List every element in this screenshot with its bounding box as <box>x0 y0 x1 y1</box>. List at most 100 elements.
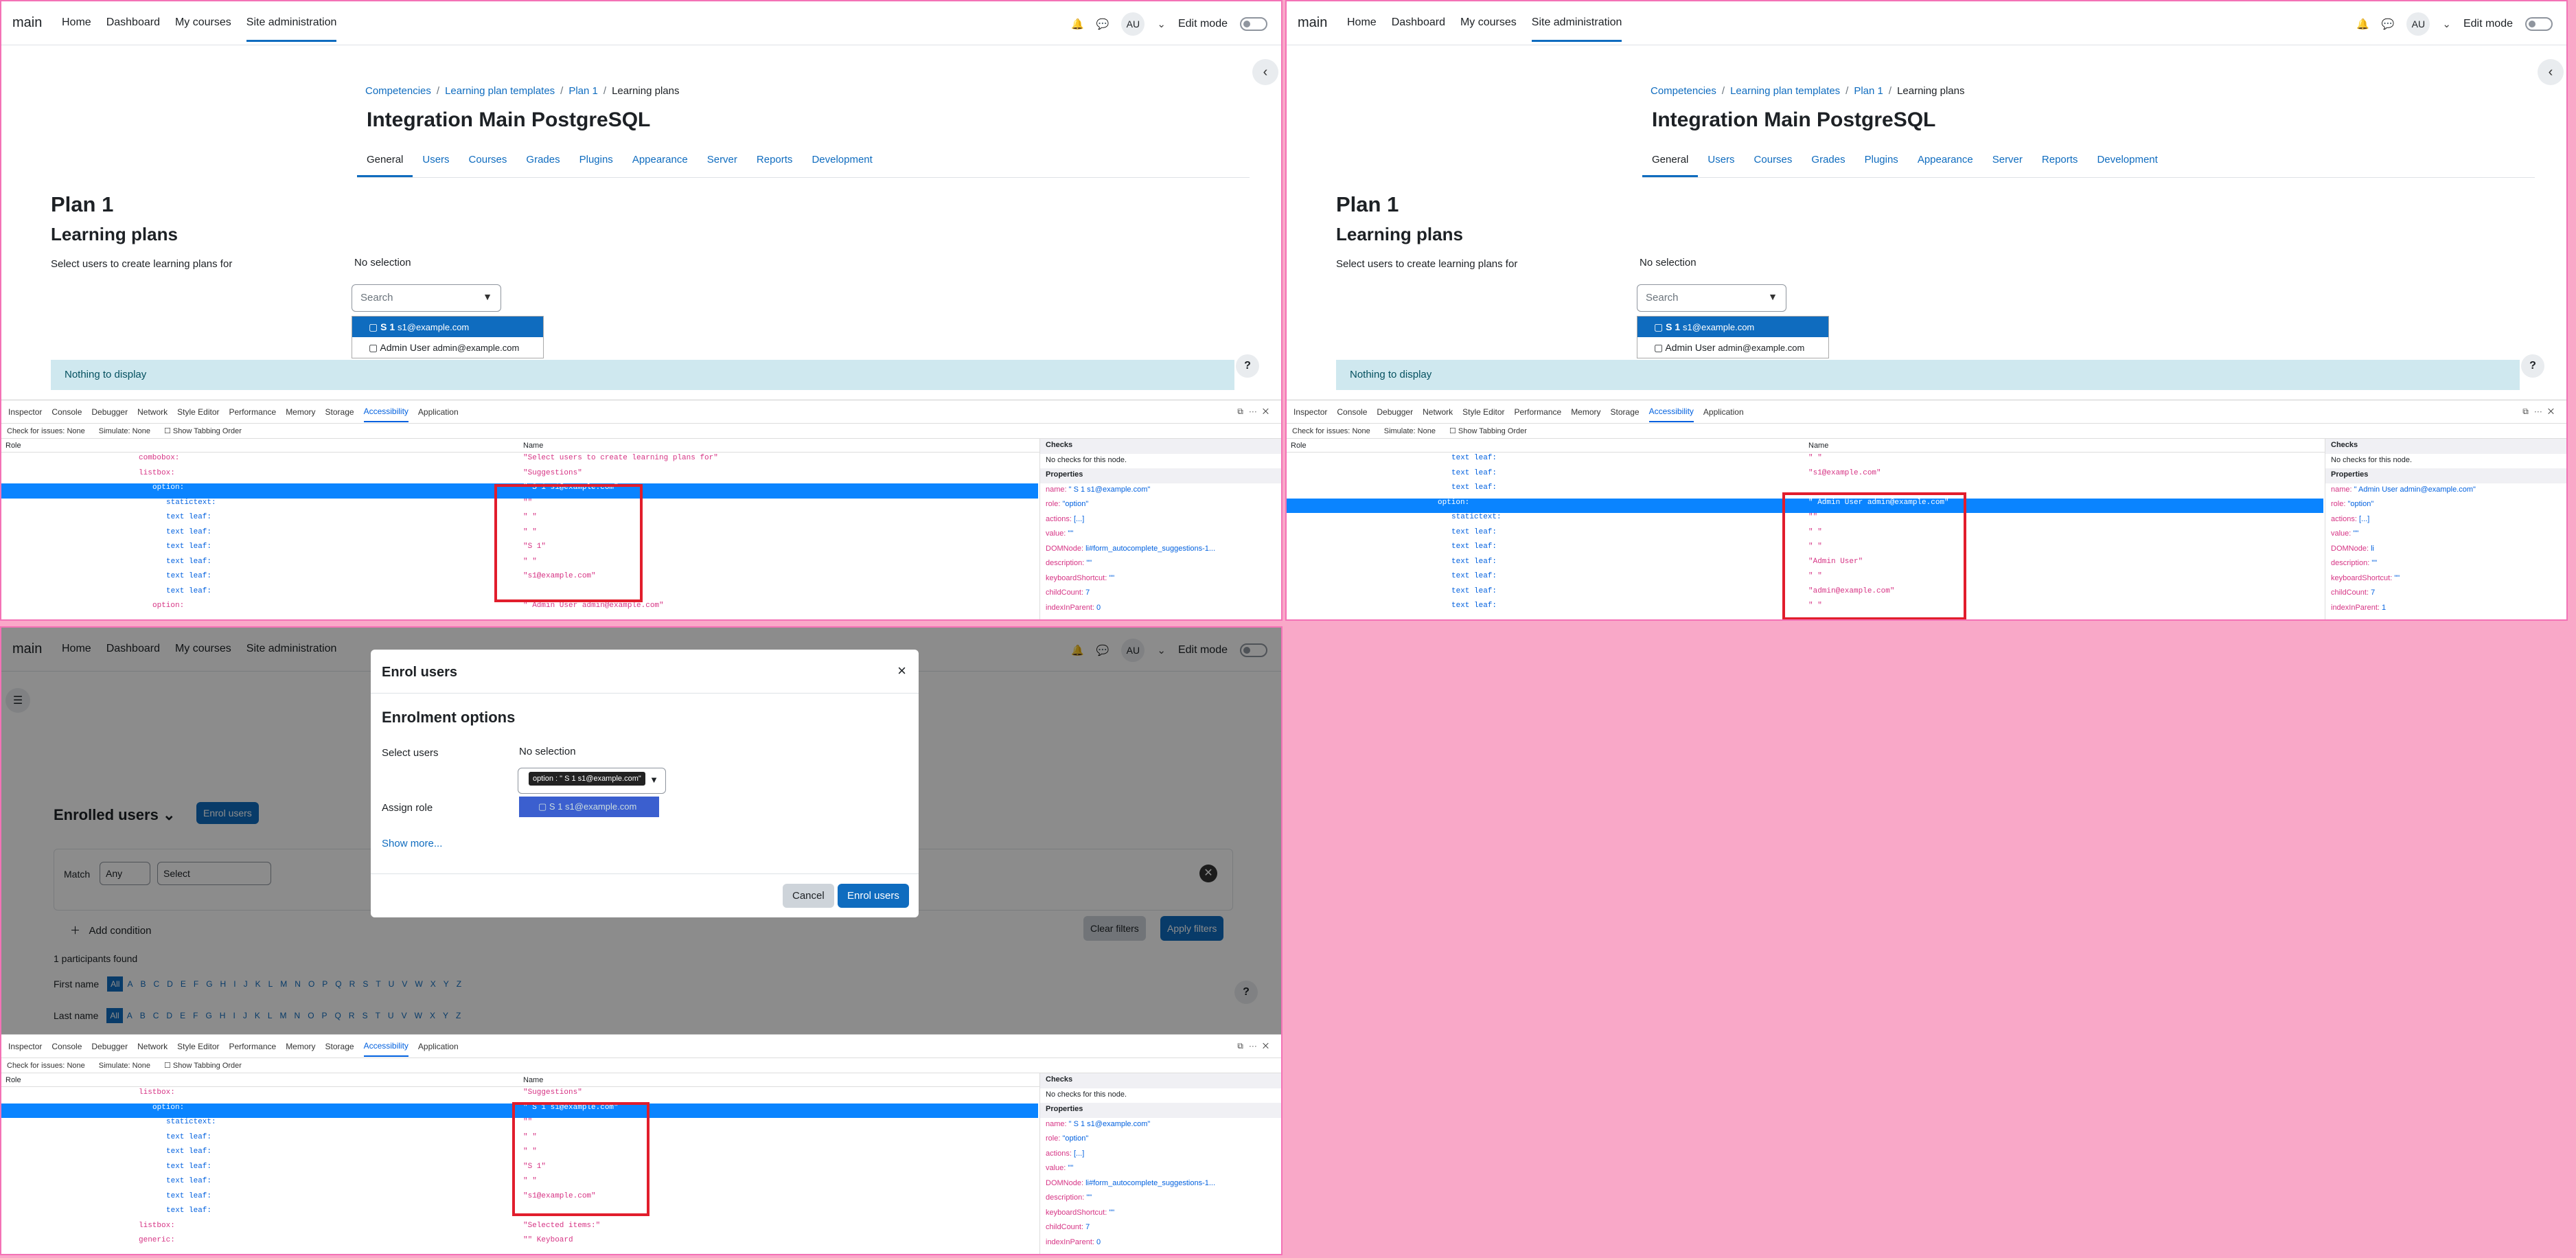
site-brand[interactable]: main <box>1298 15 1327 31</box>
devtools-tab-accessibility[interactable]: Accessibility <box>363 401 409 422</box>
check-issues-select[interactable]: None <box>67 427 84 435</box>
devtools-tab-memory[interactable]: Memory <box>286 407 315 417</box>
devtools-tab-style-editor[interactable]: Style Editor <box>1462 407 1504 417</box>
tab-development[interactable]: Development <box>2087 154 2167 177</box>
simulate-select[interactable]: None <box>133 427 150 435</box>
nav-home[interactable]: Home <box>1347 16 1377 42</box>
tabbing-order-checkbox[interactable]: ☐ Show Tabbing Order <box>164 1061 242 1070</box>
devtools-window-controls[interactable]: ⧉⋯✕ <box>1237 1041 1274 1051</box>
devtools-tab-style-editor[interactable]: Style Editor <box>177 1042 219 1051</box>
devtools-tab-inspector[interactable]: Inspector <box>8 407 42 417</box>
property-row[interactable]: DOMNode: li <box>2325 542 2566 558</box>
search-input[interactable]: Search ▼ <box>1637 284 1786 312</box>
nav-home[interactable]: Home <box>62 16 91 42</box>
check-issues-select[interactable]: None <box>67 1062 84 1070</box>
devtools-tab-storage[interactable]: Storage <box>325 1042 354 1051</box>
tab-server[interactable]: Server <box>698 154 747 177</box>
property-row[interactable]: name: " Admin User admin@example.com" <box>2325 483 2566 499</box>
cancel-button[interactable]: Cancel <box>783 884 834 908</box>
avatar[interactable]: AU <box>1121 12 1145 36</box>
property-row[interactable]: value: "" <box>1040 527 1281 542</box>
devtools-tab-performance[interactable]: Performance <box>229 1042 276 1051</box>
devtools-tab-network[interactable]: Network <box>1423 407 1453 417</box>
devtools-tab-style-editor[interactable]: Style Editor <box>177 407 219 417</box>
crumb-competencies[interactable]: Competencies <box>1651 85 1716 97</box>
chat-icon[interactable]: 💬 <box>2382 18 2395 30</box>
suggestion-option-admin[interactable]: ▢ Admin User admin@example.com <box>1637 337 1828 358</box>
search-input[interactable]: Search ▼ <box>352 284 501 312</box>
devtools-tab-console[interactable]: Console <box>51 407 82 417</box>
devtools-tab-memory[interactable]: Memory <box>1571 407 1600 417</box>
property-row[interactable]: role: "option" <box>1040 498 1281 513</box>
property-row[interactable]: description: "" <box>1040 1191 1281 1206</box>
tree-row[interactable]: combobox: "Select users to create learnin… <box>1 454 1038 469</box>
devtools-tab-debugger[interactable]: Debugger <box>1377 407 1413 417</box>
tab-courses[interactable]: Courses <box>1745 154 1802 177</box>
devtools-tab-performance[interactable]: Performance <box>229 407 276 417</box>
tab-appearance[interactable]: Appearance <box>1908 154 1983 177</box>
property-row[interactable]: actions: [...] <box>1040 1147 1281 1163</box>
property-row[interactable]: indexInParent: 0 <box>1040 1236 1281 1251</box>
devtools-window-controls[interactable]: ⧉⋯✕ <box>1237 407 1274 417</box>
modal-option-s1[interactable]: ▢ S 1 s1@example.com <box>519 797 659 817</box>
tab-plugins[interactable]: Plugins <box>1855 154 1908 177</box>
devtools-window-controls[interactable]: ⧉⋯✕ <box>2522 407 2560 417</box>
devtools-tab-debugger[interactable]: Debugger <box>91 407 128 417</box>
property-row[interactable]: actions: [...] <box>1040 513 1281 528</box>
devtools-tab-inspector[interactable]: Inspector <box>1293 407 1327 417</box>
nav-my-courses[interactable]: My courses <box>175 16 231 42</box>
property-row[interactable]: indexInParent: 0 <box>1040 602 1281 617</box>
tab-appearance[interactable]: Appearance <box>623 154 698 177</box>
devtools-tab-performance[interactable]: Performance <box>1514 407 1561 417</box>
devtools-tab-inspector[interactable]: Inspector <box>8 1042 42 1051</box>
tree-row[interactable]: listbox: "Suggestions" <box>1 1088 1038 1103</box>
property-row[interactable]: keyboardShortcut: "" <box>2325 572 2566 587</box>
edit-mode-toggle[interactable] <box>2525 17 2553 31</box>
devtools-tab-storage[interactable]: Storage <box>325 407 354 417</box>
chevron-down-icon[interactable]: ⌄ <box>1157 18 1166 30</box>
chevron-down-icon[interactable]: ⌄ <box>2442 18 2451 30</box>
tab-reports[interactable]: Reports <box>747 154 803 177</box>
devtools-tab-application[interactable]: Application <box>418 407 459 417</box>
nav-site-admin[interactable]: Site administration <box>246 16 337 42</box>
nav-dashboard[interactable]: Dashboard <box>1392 16 1445 42</box>
tab-plugins[interactable]: Plugins <box>570 154 623 177</box>
dropdown-arrow-icon[interactable]: ▼ <box>483 291 492 302</box>
devtools-tab-memory[interactable]: Memory <box>286 1042 315 1051</box>
devtools-tab-application[interactable]: Application <box>1703 407 1744 417</box>
property-row[interactable]: name: " S 1 s1@example.com" <box>1040 483 1281 499</box>
property-row[interactable]: DOMNode: li#form_autocomplete_suggestion… <box>1040 542 1281 558</box>
property-row[interactable]: childCount: 7 <box>1040 586 1281 602</box>
tabbing-order-checkbox[interactable]: ☐ Show Tabbing Order <box>1449 426 1527 435</box>
devtools-tab-console[interactable]: Console <box>1337 407 1367 417</box>
crumb-plan[interactable]: Plan 1 <box>568 85 598 97</box>
bell-icon[interactable]: 🔔 <box>1071 18 1084 30</box>
tab-grades[interactable]: Grades <box>516 154 569 177</box>
suggestion-option-s1[interactable]: ▢ S 1 s1@example.com <box>352 317 543 337</box>
property-row[interactable]: role: "option" <box>1040 1132 1281 1147</box>
property-row[interactable]: description: "" <box>2325 557 2566 572</box>
help-icon[interactable]: ? <box>1236 354 1259 378</box>
tree-row[interactable]: listbox: "Suggestions" <box>1 469 1038 484</box>
property-row[interactable]: description: "" <box>1040 557 1281 572</box>
tab-general[interactable]: General <box>1642 154 1699 177</box>
tabbing-order-checkbox[interactable]: ☐ Show Tabbing Order <box>164 426 242 435</box>
crumb-templates[interactable]: Learning plan templates <box>445 85 555 97</box>
tab-general[interactable]: General <box>357 154 413 177</box>
suggestion-option-s1[interactable]: ▢ S 1 s1@example.com <box>1637 317 1828 337</box>
tab-server[interactable]: Server <box>1983 154 2032 177</box>
bell-icon[interactable]: 🔔 <box>2356 18 2369 30</box>
edit-mode-toggle[interactable] <box>1240 17 1267 31</box>
tree-row[interactable]: option: " Admin User admin@example.com" <box>1 602 1038 617</box>
property-row[interactable]: keyboardShortcut: "" <box>1040 572 1281 587</box>
suggestion-option-admin[interactable]: ▢ Admin User admin@example.com <box>352 337 543 358</box>
tab-reports[interactable]: Reports <box>2032 154 2088 177</box>
devtools-tab-accessibility[interactable]: Accessibility <box>363 1036 409 1057</box>
avatar[interactable]: AU <box>2406 12 2430 36</box>
tab-development[interactable]: Development <box>802 154 882 177</box>
property-row[interactable]: DOMNode: li#form_autocomplete_suggestion… <box>1040 1177 1281 1192</box>
site-brand[interactable]: main <box>12 15 42 31</box>
check-issues-select[interactable]: None <box>1352 427 1370 435</box>
property-row[interactable]: name: " S 1 s1@example.com" <box>1040 1118 1281 1133</box>
devtools-tab-console[interactable]: Console <box>51 1042 82 1051</box>
